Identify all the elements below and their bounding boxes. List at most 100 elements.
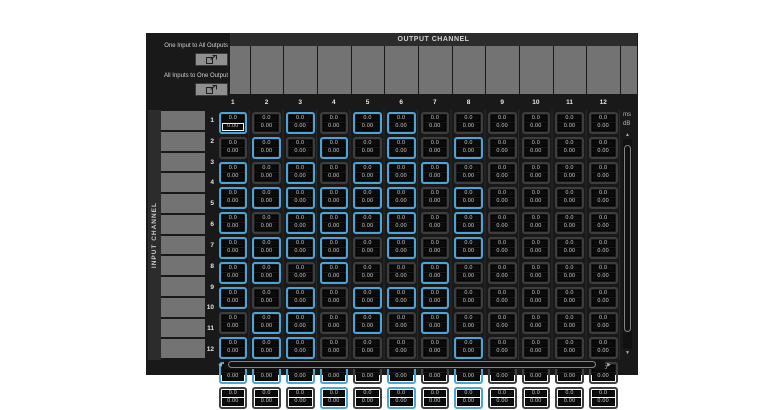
delay-field[interactable]: 0.0 (356, 390, 379, 398)
gain-field[interactable]: 0.00 (424, 173, 447, 181)
delay-field[interactable]: 0.0 (592, 115, 615, 123)
gain-field[interactable]: 0.00 (222, 298, 245, 306)
gain-field[interactable]: 0.00 (592, 148, 615, 156)
gain-field[interactable]: 0.00 (356, 223, 379, 231)
delay-field[interactable]: 0.0 (289, 165, 312, 173)
gain-field[interactable]: 0.00 (424, 123, 447, 131)
gain-field[interactable]: 0.00 (356, 273, 379, 281)
all-inputs-to-one-output-button[interactable] (195, 83, 228, 96)
matrix-cell[interactable]: 0.00.00 (553, 235, 587, 260)
matrix-cell[interactable]: 0.00.00 (351, 235, 385, 260)
matrix-cell[interactable]: 0.00.00 (485, 135, 519, 160)
delay-field[interactable]: 0.0 (222, 340, 245, 348)
gain-field[interactable]: 0.00 (222, 198, 245, 206)
gain-field[interactable]: 0.00 (525, 273, 548, 281)
delay-field[interactable]: 0.0 (289, 115, 312, 123)
matrix-cell[interactable]: 0.00.00 (586, 110, 620, 135)
matrix-cell[interactable]: 0.00.00 (351, 285, 385, 310)
delay-field[interactable]: 0.0 (491, 315, 514, 323)
delay-field[interactable]: 0.0 (222, 115, 245, 123)
horizontal-scrollbar[interactable]: ◀ ▶ (216, 360, 613, 369)
gain-field[interactable]: 0.00 (424, 273, 447, 281)
matrix-cell[interactable]: 0.00.00 (586, 310, 620, 335)
delay-field[interactable]: 0.0 (558, 215, 581, 223)
gain-field[interactable]: 0.00 (255, 123, 278, 131)
gain-field[interactable]: 0.00 (525, 248, 548, 256)
matrix-cell[interactable]: 0.00.00 (553, 385, 587, 410)
matrix-cell[interactable]: 0.00.00 (317, 185, 351, 210)
gain-field[interactable]: 0.00 (491, 398, 514, 406)
gain-field[interactable]: 0.00 (222, 373, 245, 381)
gain-field[interactable]: 0.00 (222, 273, 245, 281)
delay-field[interactable]: 0.0 (323, 215, 346, 223)
matrix-cell[interactable]: 0.00.00 (384, 160, 418, 185)
gain-field[interactable]: 0.00 (356, 373, 379, 381)
delay-field[interactable]: 0.0 (457, 215, 480, 223)
gain-field[interactable]: 0.00 (323, 348, 346, 356)
delay-field[interactable]: 0.0 (356, 165, 379, 173)
delay-field[interactable]: 0.0 (255, 390, 278, 398)
delay-field[interactable]: 0.0 (356, 315, 379, 323)
gain-field[interactable]: 0.00 (491, 198, 514, 206)
matrix-cell[interactable]: 0.00.00 (384, 385, 418, 410)
delay-field[interactable]: 0.0 (222, 215, 245, 223)
gain-field[interactable]: 0.00 (289, 148, 312, 156)
gain-field[interactable]: 0.00 (525, 398, 548, 406)
delay-field[interactable]: 0.0 (424, 215, 447, 223)
matrix-cell[interactable]: 0.00.00 (283, 135, 317, 160)
matrix-cell[interactable]: 0.00.00 (586, 135, 620, 160)
delay-field[interactable]: 0.0 (289, 390, 312, 398)
gain-field[interactable]: 0.00 (356, 123, 379, 131)
gain-field[interactable]: 0.00 (390, 173, 413, 181)
matrix-cell[interactable]: 0.00.00 (418, 135, 452, 160)
delay-field[interactable]: 0.0 (592, 265, 615, 273)
delay-field[interactable]: 0.0 (525, 165, 548, 173)
delay-field[interactable]: 0.0 (491, 240, 514, 248)
gain-field[interactable]: 0.00 (255, 198, 278, 206)
gain-field[interactable]: 0.00 (390, 373, 413, 381)
delay-field[interactable]: 0.0 (491, 290, 514, 298)
delay-field[interactable]: 0.0 (491, 265, 514, 273)
gain-field[interactable]: 0.00 (255, 273, 278, 281)
gain-field[interactable]: 0.00 (323, 298, 346, 306)
matrix-cell[interactable]: 0.00.00 (283, 285, 317, 310)
matrix-cell[interactable]: 0.00.00 (418, 310, 452, 335)
matrix-cell[interactable]: 0.00.00 (283, 185, 317, 210)
matrix-cell[interactable]: 0.00.00 (418, 160, 452, 185)
delay-field[interactable]: 0.0 (592, 290, 615, 298)
delay-field[interactable]: 0.0 (525, 215, 548, 223)
matrix-cell[interactable]: 0.00.00 (216, 260, 250, 285)
delay-field[interactable]: 0.0 (457, 115, 480, 123)
matrix-cell[interactable]: 0.00.00 (452, 160, 486, 185)
gain-field[interactable]: 0.00 (558, 298, 581, 306)
matrix-cell[interactable]: 0.00.00 (351, 160, 385, 185)
matrix-cell[interactable]: 0.00.00 (418, 235, 452, 260)
gain-field[interactable]: 0.00 (255, 373, 278, 381)
delay-field[interactable]: 0.0 (525, 315, 548, 323)
matrix-cell[interactable]: 0.00.00 (485, 285, 519, 310)
delay-field[interactable]: 0.0 (222, 315, 245, 323)
gain-field[interactable]: 0.00 (558, 173, 581, 181)
delay-field[interactable]: 0.0 (356, 115, 379, 123)
gain-field[interactable]: 0.00 (255, 323, 278, 331)
gain-field[interactable]: 0.00 (525, 123, 548, 131)
matrix-cell[interactable]: 0.00.00 (216, 135, 250, 160)
matrix-cell[interactable]: 0.00.00 (586, 335, 620, 360)
matrix-cell[interactable]: 0.00.00 (418, 285, 452, 310)
delay-field[interactable]: 0.0 (424, 340, 447, 348)
matrix-cell[interactable]: 0.00.00 (418, 385, 452, 410)
gain-field[interactable]: 0.00 (592, 373, 615, 381)
gain-field[interactable]: 0.00 (558, 273, 581, 281)
delay-field[interactable]: 0.0 (424, 240, 447, 248)
gain-field[interactable]: 0.00 (356, 248, 379, 256)
gain-field[interactable]: 0.00 (457, 198, 480, 206)
matrix-cell[interactable]: 0.00.00 (452, 260, 486, 285)
delay-field[interactable]: 0.0 (558, 315, 581, 323)
delay-field[interactable]: 0.0 (390, 215, 413, 223)
gain-field[interactable]: 0.00 (424, 398, 447, 406)
delay-field[interactable]: 0.0 (222, 140, 245, 148)
delay-field[interactable]: 0.0 (356, 290, 379, 298)
delay-field[interactable]: 0.0 (491, 390, 514, 398)
gain-field[interactable]: 0.00 (457, 248, 480, 256)
gain-field[interactable]: 0.00 (424, 348, 447, 356)
